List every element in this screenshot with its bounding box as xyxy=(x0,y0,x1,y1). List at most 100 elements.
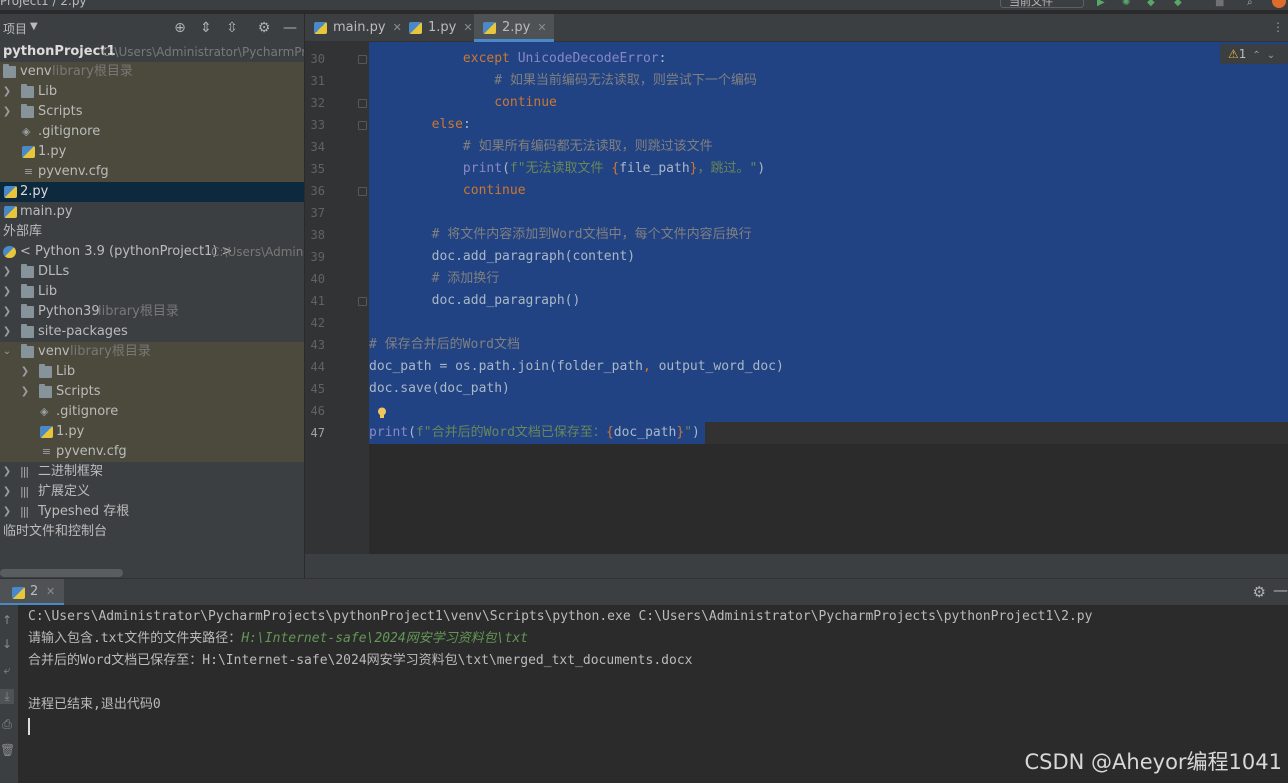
search-icon[interactable]: ⌕ xyxy=(1247,0,1259,8)
code-line: print(f"合并后的Word文档已保存至：{doc_path}") xyxy=(369,425,700,440)
close-icon[interactable]: ✕ xyxy=(537,21,546,34)
lightbulb-icon[interactable] xyxy=(377,407,387,419)
chevron-right-icon[interactable]: ❯ xyxy=(20,382,30,402)
watermark: CSDN @Aheyor编程1041 xyxy=(1024,750,1283,774)
chevron-right-icon[interactable]: ❯ xyxy=(2,502,12,522)
tree-item-extended-definitions[interactable]: ❯ ||| 扩展定义 xyxy=(0,482,304,502)
trash-icon[interactable]: 🗑 xyxy=(0,743,15,757)
tree-item-scripts[interactable]: ❯ Scripts xyxy=(0,102,304,122)
tree-item-label: 临时文件和控制台 xyxy=(3,524,108,539)
tree-item-gitignore[interactable]: ◈ .gitignore xyxy=(0,402,304,422)
scroll-to-end-icon[interactable]: ⤓ xyxy=(0,689,14,704)
fold-marker-icon[interactable] xyxy=(358,55,367,64)
tree-item-mainpy[interactable]: main.py xyxy=(0,202,304,222)
coverage-icon[interactable]: ◆ xyxy=(1147,0,1159,8)
chevron-right-icon[interactable]: ❯ xyxy=(2,282,12,302)
line-number: 46 xyxy=(310,404,325,418)
file-icon: ◈ xyxy=(40,405,49,418)
tree-item-label: 2.py xyxy=(20,184,49,199)
fold-marker-icon[interactable] xyxy=(358,187,367,196)
chevron-right-icon[interactable]: ❯ xyxy=(2,302,12,322)
chevron-down-icon[interactable]: ⌄ xyxy=(1267,50,1275,61)
tab-main-py[interactable]: main.py ✕ xyxy=(305,14,402,42)
expand-all-icon[interactable]: ⇕ xyxy=(198,20,214,36)
fold-marker-icon[interactable] xyxy=(358,99,367,108)
inspection-widget[interactable]: ⚠1 ⌃ ⌄ xyxy=(1220,44,1288,64)
tree-item-label: Lib xyxy=(38,84,58,99)
tree-item-lib[interactable]: ❯ Lib xyxy=(0,82,304,102)
fold-marker-icon[interactable] xyxy=(358,297,367,306)
chevron-right-icon[interactable]: ❯ xyxy=(20,362,30,382)
project-panel-title[interactable]: 项目 xyxy=(3,20,27,37)
chevron-right-icon[interactable]: ❯ xyxy=(2,462,12,482)
code-line: # 将文件内容添加到Word文档中，每个文件内容后换行 xyxy=(431,227,752,242)
tree-item-python-sdk[interactable]: < Python 3.9 (pythonProject1) > C:\Users… xyxy=(0,242,304,262)
chevron-up-icon[interactable]: ⌃ xyxy=(1252,50,1260,61)
tree-item-lib[interactable]: ❯ Lib xyxy=(0,282,304,302)
horizontal-scrollbar[interactable] xyxy=(0,569,123,577)
tree-item-pyvenv[interactable]: ≡ pyvenv.cfg xyxy=(0,162,304,182)
run-icon[interactable]: ▶ xyxy=(1097,0,1109,8)
folder-icon xyxy=(21,284,34,298)
line-number: 42 xyxy=(310,316,325,330)
panel-splitter[interactable] xyxy=(305,554,1288,578)
tree-item-lib[interactable]: ❯ Lib xyxy=(0,362,304,382)
chevron-down-icon[interactable]: ▼ xyxy=(30,21,38,32)
tree-item-python39[interactable]: ❯ Python39 library根目录 xyxy=(0,302,304,322)
chevron-right-icon[interactable]: ❯ xyxy=(2,322,12,342)
python-icon xyxy=(3,246,16,258)
stop-icon[interactable]: ■ xyxy=(1215,0,1227,8)
more-icon[interactable]: ⋮ xyxy=(1272,20,1284,34)
tree-item-project-root[interactable]: pythonProject1 C:\Users\Administrator\Py… xyxy=(0,42,304,62)
arrow-up-icon[interactable]: ↑ xyxy=(0,613,14,627)
tab-2-py[interactable]: 2.py ✕ xyxy=(474,14,554,42)
chevron-right-icon[interactable]: ❯ xyxy=(2,262,12,282)
tree-item-hint: library根目录 xyxy=(98,304,179,319)
tree-item-scripts[interactable]: ❯ Scripts xyxy=(0,382,304,402)
line-number: 44 xyxy=(310,360,325,374)
chevron-right-icon[interactable]: ❯ xyxy=(2,482,12,502)
tab-1-py[interactable]: 1.py ✕ xyxy=(400,14,474,42)
hide-icon[interactable]: — xyxy=(1273,581,1288,599)
run-config-select[interactable]: 当前文件 xyxy=(1000,0,1084,8)
tree-item-binary-skeletons[interactable]: ❯ ||| 二进制框架 xyxy=(0,462,304,482)
print-icon[interactable]: ⎙ xyxy=(0,717,14,732)
gear-icon[interactable]: ⚙ xyxy=(256,20,272,36)
tree-item-dlls[interactable]: ❯ DLLs xyxy=(0,262,304,282)
code-line: else: xyxy=(431,117,471,132)
tree-item-venv[interactable]: ⌄ venv library根目录 xyxy=(0,342,304,362)
soft-wrap-icon[interactable]: ⤶ xyxy=(0,663,14,678)
locate-icon[interactable]: ⊕ xyxy=(172,20,188,36)
tree-item-label: Lib xyxy=(56,364,76,379)
code-editor[interactable]: except UnicodeDecodeError: # 如果当前编码无法读取，… xyxy=(369,42,1288,554)
tree-item-venv[interactable]: venv library根目录 xyxy=(0,62,304,82)
chevron-down-icon[interactable]: ⌄ xyxy=(2,342,12,362)
code-line: doc.add_paragraph() xyxy=(369,293,581,308)
chevron-right-icon[interactable]: ❯ xyxy=(2,102,12,122)
gear-icon[interactable]: ⚙ xyxy=(1253,583,1266,601)
tree-item-typeshed[interactable]: ❯ ||| Typeshed 存根 xyxy=(0,502,304,522)
tree-item-site-packages[interactable]: ❯ site-packages xyxy=(0,322,304,342)
close-icon[interactable]: ✕ xyxy=(463,21,472,34)
tree-item-gitignore[interactable]: ◈ .gitignore xyxy=(0,122,304,142)
tree-item-label: pyvenv.cfg xyxy=(38,164,109,179)
tree-item-label: Scripts xyxy=(56,384,101,399)
tree-item-2py[interactable]: 2.py xyxy=(0,182,304,202)
chevron-right-icon[interactable]: ❯ xyxy=(2,82,12,102)
tree-item-1py[interactable]: 1.py xyxy=(0,422,304,442)
collapse-all-icon[interactable]: ⇳ xyxy=(224,20,240,36)
tree-item-scratches[interactable]: 临时文件和控制台 xyxy=(0,522,304,542)
close-icon[interactable]: ✕ xyxy=(46,585,55,598)
run-tab[interactable]: 2 ✕ xyxy=(0,579,64,606)
debug-icon[interactable]: ✺ xyxy=(1122,0,1134,8)
notification-icon[interactable] xyxy=(1272,0,1286,8)
arrow-down-icon[interactable]: ↓ xyxy=(0,637,14,651)
tree-item-1py[interactable]: 1.py xyxy=(0,142,304,162)
tab-label: main.py xyxy=(333,20,386,35)
tree-item-pyvenv[interactable]: ≡ pyvenv.cfg xyxy=(0,442,304,462)
profile-icon[interactable]: ◆ xyxy=(1174,0,1186,8)
fold-marker-icon[interactable] xyxy=(358,121,367,130)
tree-item-external-libs[interactable]: 外部库 xyxy=(0,222,304,242)
breadcrumb[interactable]: Project1 / 2.py xyxy=(0,0,87,8)
hide-icon[interactable]: — xyxy=(282,20,298,36)
